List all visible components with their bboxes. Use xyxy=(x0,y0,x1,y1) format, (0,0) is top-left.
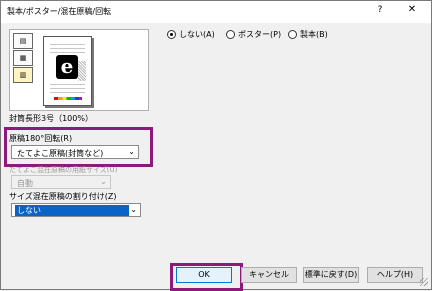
radio-booklet-dot xyxy=(288,30,297,39)
resize-grip[interactable] xyxy=(420,278,428,286)
book-mode-icon: ▤ xyxy=(13,33,33,49)
preview-grey-patch xyxy=(78,61,86,81)
mixed-size-value: しない xyxy=(15,205,129,216)
window-title: 製本/ポスター/混在原稿/回転 xyxy=(7,7,112,16)
help-button[interactable]: ヘルプ(H) xyxy=(367,267,423,283)
mixed-size-label: サイズ混在原稿の割り付け(Z) xyxy=(9,192,117,201)
radio-poster-label: ポスター(P) xyxy=(238,30,282,39)
mixed-size-select[interactable]: しない ⌄ xyxy=(11,203,141,217)
radio-none[interactable]: しない(A) xyxy=(167,29,215,40)
page-preview: ▤ ▦ ▥ e xyxy=(9,29,149,111)
print-settings-dialog: 製本/ポスター/混在原稿/回転 ? ✕ ▤ ▦ ▥ e 封筒長形3号（100%）… xyxy=(0,0,432,291)
chevron-down-icon: ⌄ xyxy=(130,205,137,214)
chevron-down-icon: ⌄ xyxy=(100,177,107,186)
radio-poster-dot xyxy=(226,30,235,39)
chevron-down-icon: ⌄ xyxy=(128,147,135,156)
rotate-select-value: たてよこ原稿(封筒など) xyxy=(17,149,104,158)
help-icon[interactable]: ? xyxy=(373,5,387,19)
ok-button[interactable]: OK xyxy=(176,267,232,283)
rotate-label: 原稿180°回転(R) xyxy=(9,134,73,143)
cancel-button[interactable]: キャンセル xyxy=(241,267,297,283)
radio-booklet-label: 製本(B) xyxy=(300,30,328,39)
title-bar: 製本/ポスター/混在原稿/回転 ? ✕ xyxy=(1,1,431,23)
mixed-orientation-value: 自動 xyxy=(17,179,33,188)
close-icon[interactable]: ✕ xyxy=(405,4,419,18)
radio-none-label: しない(A) xyxy=(179,30,215,39)
stack-mode-icon: ▥ xyxy=(13,67,33,83)
radio-none-dot xyxy=(167,30,176,39)
preview-glyph: e xyxy=(56,55,78,79)
preview-paper: e xyxy=(43,36,92,106)
reset-defaults-button[interactable]: 標準に戻す(D) xyxy=(303,267,359,283)
mixed-orientation-label: たてよこ混在原稿の用紙サイズ(U) xyxy=(9,166,118,174)
preview-caption: 封筒長形3号（100%） xyxy=(9,114,93,123)
mixed-orientation-select: 自動 ⌄ xyxy=(11,175,111,189)
radio-booklet[interactable]: 製本(B) xyxy=(288,29,328,40)
radio-poster[interactable]: ポスター(P) xyxy=(226,29,281,40)
poster-mode-icon: ▦ xyxy=(13,50,33,66)
preview-color-bar xyxy=(54,97,82,100)
rotate-select[interactable]: たてよこ原稿(封筒など) ⌄ xyxy=(11,145,139,159)
